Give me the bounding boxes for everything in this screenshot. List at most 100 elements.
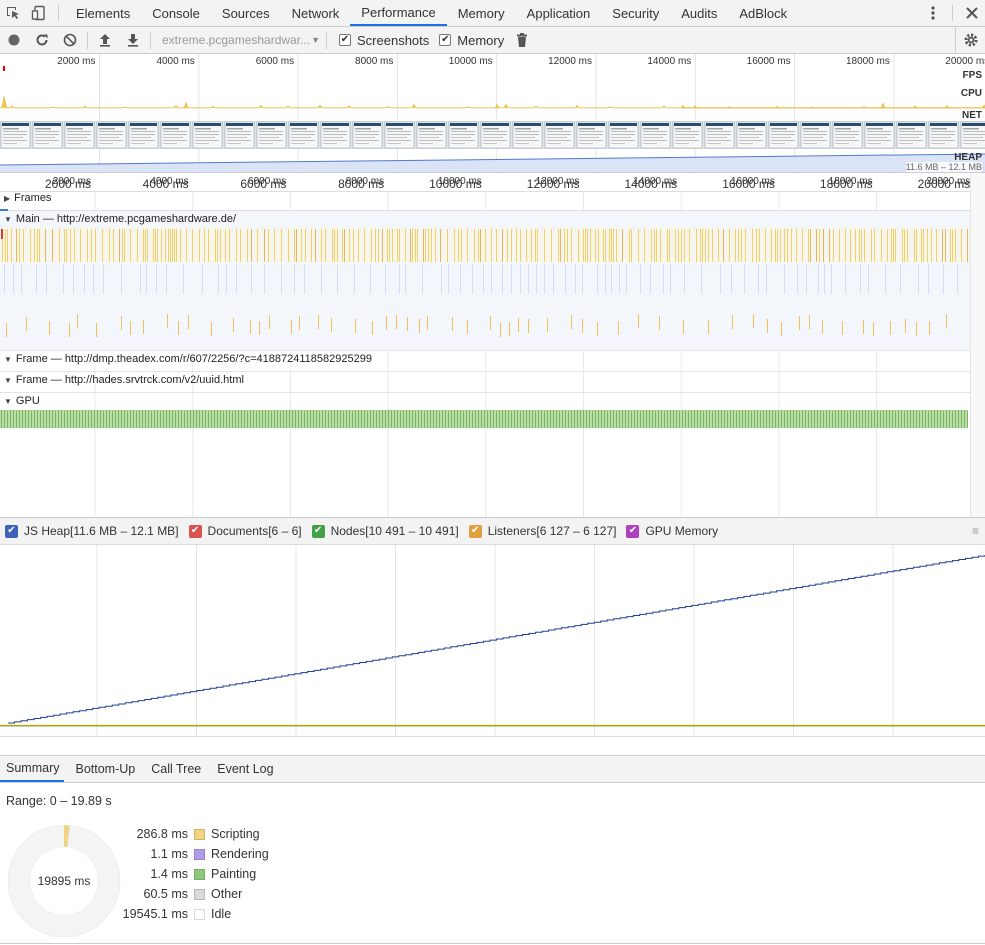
net-label: NET — [962, 110, 982, 121]
summary-pie-chart: 19895 ms — [6, 823, 122, 939]
screenshots-checkbox[interactable]: ✔ Screenshots — [339, 33, 429, 48]
legend-value: 1.1 ms — [150, 847, 188, 861]
tab-elements[interactable]: Elements — [65, 0, 141, 26]
tab-adblock[interactable]: AdBlock — [728, 0, 798, 26]
time-tick-label: 2000 ms — [44, 177, 91, 191]
details-tab-bottom-up[interactable]: Bottom-Up — [69, 756, 140, 782]
counter-1-checkbox[interactable]: ✔ Documents[6 – 6] — [188, 524, 302, 538]
cpu-label: CPU — [960, 88, 982, 99]
legend-name: Painting — [211, 867, 257, 881]
legend-row-idle: 19545.1 ms Idle — [110, 904, 269, 924]
inspect-element-icon[interactable] — [0, 0, 26, 26]
toolbar-divider — [952, 5, 953, 21]
overview-graph — [0, 54, 985, 174]
legend-value: 286.8 ms — [136, 827, 188, 841]
track-frame-srvtrck-label: Frame — http://hades.srvtrck.com/v2/uuid… — [15, 374, 244, 386]
counter-label: JS Heap[11.6 MB – 12.1 MB] — [24, 524, 179, 538]
tab-memory[interactable]: Memory — [447, 0, 516, 26]
memory-counters-bar: ✔ JS Heap[11.6 MB – 12.1 MB] ✔ Documents[6 … — [0, 517, 985, 545]
track-frame-srvtrck-header[interactable]: ▼ Frame — http://hades.srvtrck.com/v2/uu… — [4, 374, 244, 386]
time-tick-label: 20000 ms — [917, 177, 970, 191]
time-tick-label: 12000 ms — [548, 56, 592, 67]
track-gpu-header[interactable]: ▼ GPU — [4, 395, 40, 407]
time-tick-label: 4000 ms — [142, 177, 189, 191]
legend-name: Rendering — [211, 847, 269, 861]
recording-select-value: extreme.pcgameshardwar... — [162, 33, 311, 47]
tabbar-right-controls — [920, 0, 985, 26]
time-tick-label: 6000 ms — [240, 177, 287, 191]
tab-security[interactable]: Security — [601, 0, 670, 26]
time-tick-label: 16000 ms — [746, 56, 791, 67]
collapse-triangle-icon: ▼ — [4, 375, 12, 385]
tab-sources[interactable]: Sources — [211, 0, 281, 26]
flame-chart[interactable]: 2000 ms 4000 ms 6000 ms 8000 ms 10000 ms 1200… — [0, 174, 970, 517]
time-tick-label: 20000 ms — [945, 56, 985, 67]
device-toolbar-icon[interactable] — [26, 0, 52, 26]
track-frame-theadex-label: Frame — http://dmp.theadex.com/r/607/225… — [15, 353, 372, 365]
devtools-tab-bar: Elements Console Sources Network Performance… — [0, 0, 985, 27]
recording-select[interactable]: extreme.pcgameshardwar... ▼ — [158, 30, 324, 50]
reload-record-button[interactable] — [28, 27, 56, 54]
collapse-triangle-icon: ▼ — [4, 354, 12, 364]
garbage-collect-button[interactable] — [508, 27, 536, 54]
counter-0-checkbox[interactable]: ✔ JS Heap[11.6 MB – 12.1 MB] — [5, 524, 179, 538]
time-tick-label: 16000 ms — [722, 177, 775, 191]
legend-value: 60.5 ms — [143, 887, 188, 901]
legend-row-scripting: 286.8 ms Scripting — [110, 824, 269, 844]
summary-range: Range: 0 – 19.89 s — [6, 794, 112, 808]
time-tick-label: 8000 ms — [355, 56, 394, 67]
close-icon[interactable] — [959, 0, 985, 26]
tab-console[interactable]: Console — [141, 0, 211, 26]
record-button[interactable] — [0, 27, 28, 54]
time-tick-label: 18000 ms — [845, 56, 890, 67]
details-tab-summary[interactable]: Summary — [0, 756, 65, 782]
capture-settings-gear-icon[interactable] — [955, 26, 985, 54]
checkbox-check-icon: ✔ — [5, 524, 18, 538]
panel-tabs: Elements Console Sources Network Performance… — [65, 0, 798, 26]
legend-swatch — [194, 848, 205, 860]
collapse-triangle-icon: ▼ — [4, 396, 12, 406]
checkbox-check-icon: ✔ — [626, 524, 640, 538]
track-main-header[interactable]: ▼ Main — http://extreme.pcgameshardware.… — [4, 213, 236, 225]
memory-checkbox[interactable]: ✔ Memory — [439, 33, 504, 48]
track-frame-theadex-header[interactable]: ▼ Frame — http://dmp.theadex.com/r/607/2… — [4, 353, 372, 365]
memory-label: Memory — [457, 32, 505, 48]
legend-swatch — [194, 828, 205, 840]
flame-chart-graphics — [0, 192, 970, 517]
bottom-border — [0, 943, 985, 944]
checkbox-check-icon: ✔ — [439, 34, 452, 46]
timeline-overview[interactable]: 2000 ms 4000 ms 6000 ms 8000 ms 10000 ms 1200… — [0, 54, 985, 187]
clear-button[interactable] — [56, 27, 84, 54]
resize-handle-icon[interactable]: ≡ — [972, 524, 979, 538]
js-heap-line-chart — [0, 545, 985, 737]
save-profile-button[interactable] — [119, 27, 147, 54]
legend-swatch — [194, 908, 205, 920]
collapse-triangle-icon: ▼ — [4, 214, 12, 224]
legend-name: Idle — [211, 907, 232, 921]
counter-label: Listeners[6 127 – 6 127] — [487, 524, 617, 538]
flame-chart-scrollbar[interactable] — [970, 174, 985, 517]
more-options-icon[interactable] — [920, 0, 946, 26]
time-tick-label: 8000 ms — [338, 177, 385, 191]
checkbox-check-icon: ✔ — [468, 524, 482, 538]
fps-label: FPS — [962, 70, 982, 81]
time-tick-label: 10000 ms — [448, 56, 493, 67]
details-tab-event-log[interactable]: Event Log — [211, 756, 278, 782]
track-frames-header[interactable]: ▶ Frames — [4, 192, 51, 204]
tab-network[interactable]: Network — [281, 0, 351, 26]
details-tab-call-tree[interactable]: Call Tree — [145, 756, 206, 782]
counter-2-checkbox[interactable]: ✔ Nodes[10 491 – 10 491] — [311, 524, 459, 538]
load-profile-button[interactable] — [91, 27, 119, 54]
checkbox-check-icon: ✔ — [311, 524, 325, 538]
tab-application[interactable]: Application — [516, 0, 602, 26]
summary-legend: 286.8 ms Scripting 1.1 ms Rendering 1.4 ms Pa… — [110, 824, 269, 924]
counter-4-checkbox[interactable]: ✔ GPU Memory — [626, 524, 718, 538]
toolbar-divider — [326, 31, 327, 49]
counter-3-checkbox[interactable]: ✔ Listeners[6 127 – 6 127] — [468, 524, 617, 538]
counter-label: Documents[6 – 6] — [207, 524, 302, 538]
tab-audits[interactable]: Audits — [670, 0, 728, 26]
screenshots-label: Screenshots — [357, 32, 430, 48]
tab-performance[interactable]: Performance — [350, 0, 447, 26]
legend-row-painting: 1.4 ms Painting — [110, 864, 269, 884]
expand-triangle-icon: ▶ — [4, 193, 11, 203]
